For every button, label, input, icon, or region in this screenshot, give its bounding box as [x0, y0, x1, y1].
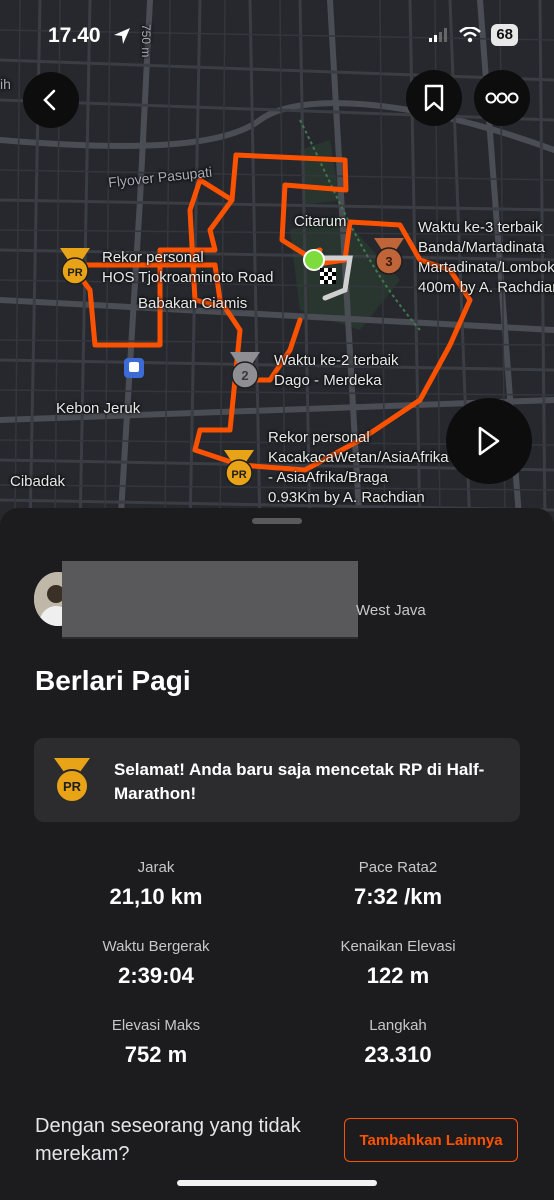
segment-pr1-line2: HOS Tjokroaminoto Road [102, 269, 274, 286]
segment-pr2-line3: - AsiaAfrika/Braga [268, 469, 389, 486]
map-label-edge: ih [0, 76, 11, 92]
stat-value: 2:39:04 [118, 963, 194, 988]
segment-second-line2: Dago - Merdeka [274, 372, 382, 389]
play-flyover-button[interactable] [446, 398, 532, 484]
stat-moving-time: Waktu Bergerak 2:39:04 [56, 937, 256, 989]
more-horizontal-icon [485, 92, 519, 104]
play-icon [478, 426, 500, 456]
stat-value: 752 m [124, 1042, 188, 1067]
map-label-citarum: Citarum [294, 213, 347, 230]
home-indicator[interactable] [177, 1180, 377, 1186]
segment-pr2-line2: KacakacaWetan/AsiaAfrika [268, 449, 449, 466]
segment-pr2-line1: Rekor personal [268, 429, 370, 446]
map-label-cibadak: Cibadak [10, 473, 66, 490]
stat-value: 7:32 /km [353, 884, 443, 909]
stat-max-elevation: Elevasi Maks 752 m [56, 1016, 256, 1068]
activity-sheet: West Java Berlari Pagi PR Selamat! Anda … [0, 508, 554, 1200]
route-map[interactable]: 17.40 68 ih 750 m Flyover Pasupati Citar… [0, 0, 554, 530]
unrecorded-partner-prompt: Dengan seseorang yang tidak merekam? [35, 1115, 301, 1165]
segment-third-line1: Waktu ke-3 terbaik [418, 219, 543, 236]
pr-medal-icon-2: PR [224, 450, 254, 487]
sheet-drag-handle[interactable] [252, 518, 302, 524]
chevron-left-icon [43, 89, 56, 111]
redacted-athlete-info [62, 561, 358, 637]
banner-badge-text: PR [63, 779, 82, 794]
achievement-banner[interactable]: PR Selamat! Anda baru saja mencetak RP d… [34, 738, 520, 822]
bronze-medal-icon: 3 [374, 238, 404, 275]
segment-second-line1: Waktu ke-2 terbaik [274, 352, 399, 369]
cellular-signal-icon [429, 28, 448, 42]
add-others-button[interactable]: Tambahkan Lainnya [344, 1118, 518, 1162]
stat-value: 21,10 km [109, 884, 203, 909]
stat-pace: Pace Rata2 7:32 /km [298, 858, 498, 910]
segment-pr2-line4: 0.93Km by A. Rachdian [268, 489, 425, 506]
bookmark-icon [424, 84, 444, 112]
pr-medal-icon-banner: PR [54, 758, 90, 803]
achievement-text: Selamat! Anda baru saja mencetak RP di H… [114, 760, 485, 803]
wifi-icon [459, 27, 482, 43]
stat-label: Langkah [369, 1017, 427, 1034]
map-label-road: 750 m [139, 24, 153, 58]
second-badge-text: 2 [241, 368, 248, 383]
stat-label: Kenaikan Elevasi [340, 938, 456, 955]
map-label-kebon-jeruk: Kebon Jeruk [56, 400, 141, 417]
stat-label: Pace Rata2 [358, 859, 438, 876]
segment-third-line4: 400m by A. Rachdian [418, 279, 554, 296]
back-button[interactable] [23, 72, 79, 128]
activity-title[interactable]: Berlari Pagi [35, 665, 191, 697]
pr-medal-icon: PR [60, 248, 90, 285]
status-bar: 17.40 68 [0, 22, 554, 52]
stat-label: Elevasi Maks [111, 1017, 201, 1034]
stat-elevation-gain: Kenaikan Elevasi 122 m [298, 937, 498, 989]
stat-steps: Langkah 23.310 [298, 1016, 498, 1068]
stat-value: 122 m [366, 963, 430, 988]
third-badge-text: 3 [385, 254, 392, 269]
activity-location: West Java [356, 602, 426, 619]
map-label-babakan: Babakan Ciamis [138, 295, 248, 312]
segment-pr1-line1: Rekor personal [102, 249, 204, 266]
more-options-button[interactable] [474, 70, 530, 126]
stat-label: Waktu Bergerak [102, 938, 210, 955]
bookmark-button[interactable] [406, 70, 462, 126]
stat-distance: Jarak 21,10 km [56, 858, 256, 910]
segment-third-line3: Martadinata/Lombok [418, 259, 554, 276]
pr-badge-text: PR [67, 267, 82, 279]
status-time: 17.40 [48, 24, 101, 47]
stat-label: Jarak [137, 859, 175, 876]
silver-medal-icon: 2 [230, 352, 260, 389]
pr-badge-text-2: PR [231, 469, 246, 481]
stat-value: 23.310 [364, 1042, 432, 1067]
segment-third-line2: Banda/Martadinata [418, 239, 545, 256]
battery-level: 68 [491, 24, 518, 46]
location-arrow-icon [114, 28, 130, 44]
